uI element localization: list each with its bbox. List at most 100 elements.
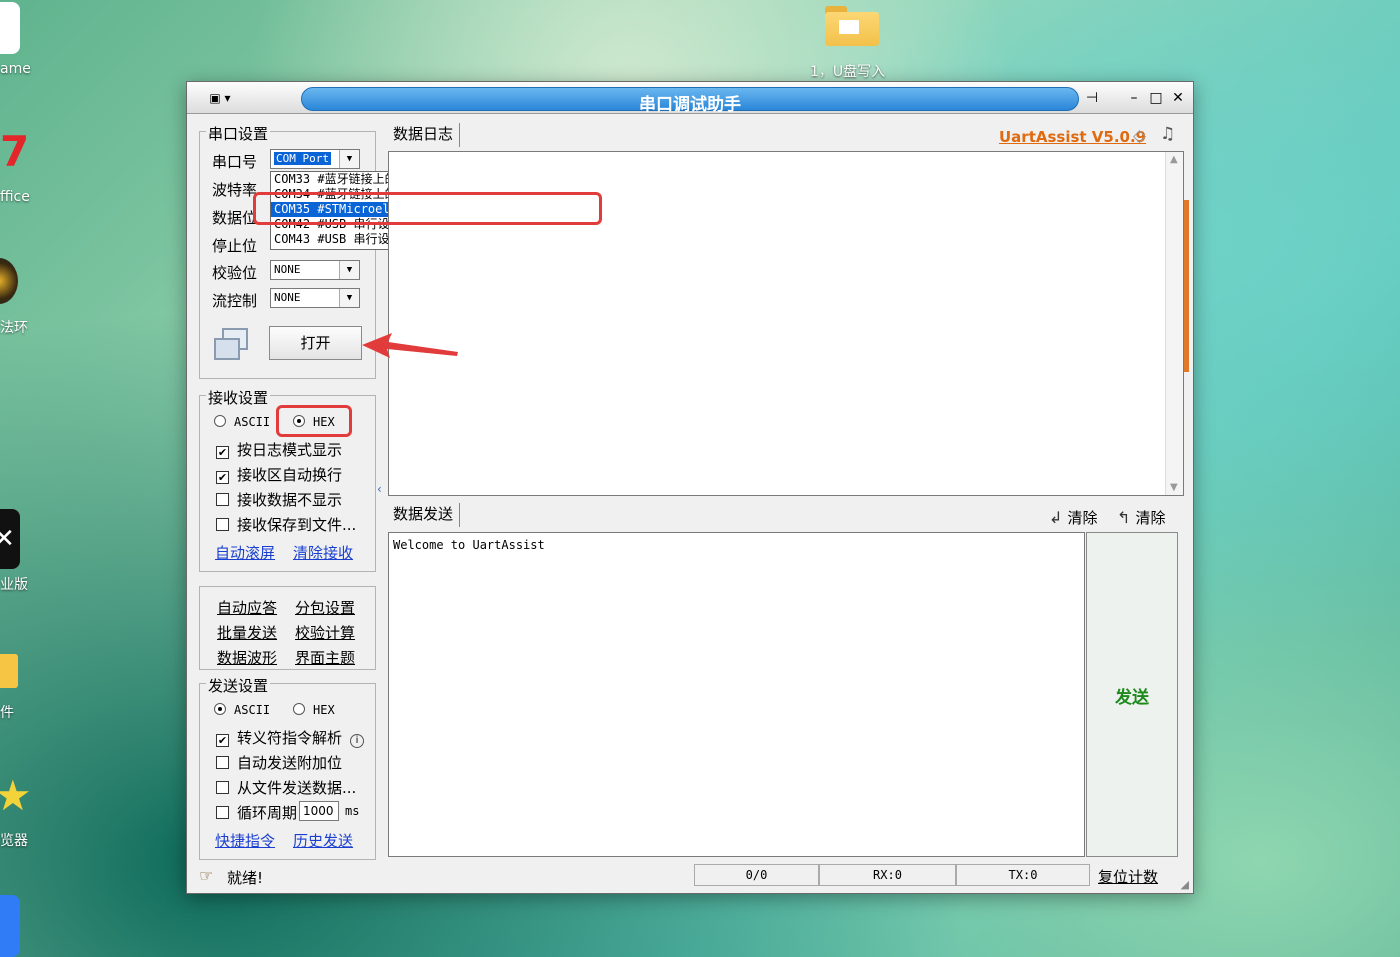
desktop-icon-label: ffice (0, 189, 30, 205)
folder-icon[interactable] (0, 654, 18, 688)
packet-settings-link[interactable]: 分包设置 (295, 597, 355, 618)
autoscroll-link[interactable]: 自动滚屏 (215, 542, 275, 563)
parity-select[interactable]: NONE ▼ (270, 260, 360, 280)
checkbox-label: 自动发送附加位 (237, 754, 343, 772)
status-ready: 就绪! (227, 869, 264, 887)
close-icon[interactable]: ✕ (1170, 90, 1186, 106)
scroll-up-icon[interactable]: ▲ (1170, 154, 1178, 165)
group-title: 接收设置 (206, 387, 271, 408)
office-app-icon[interactable]: 7 (0, 131, 29, 173)
desktop-icon-label: 业版 (0, 577, 28, 593)
append-bits-checkbox[interactable]: 自动发送附加位 (216, 752, 342, 773)
shortcuts-link[interactable]: 快捷指令 (215, 830, 275, 851)
chevron-down-icon[interactable]: ▼ (339, 261, 359, 279)
app-menu-icon[interactable]: ▣ ▾ (203, 90, 237, 106)
log-mode-checkbox[interactable]: ✔ 按日志模式显示 (216, 439, 342, 460)
reset-counter-button[interactable]: 复位计数 (1098, 866, 1158, 887)
pointing-hand-icon: ☞ (199, 866, 214, 885)
browser-star-icon[interactable]: ★ (0, 772, 32, 820)
group-title: 发送设置 (206, 675, 271, 696)
loop-unit-label: ms (345, 804, 360, 818)
checkbox-label: 转义符指令解析 (237, 729, 343, 747)
send-ascii-radio[interactable]: ASCII (214, 703, 270, 717)
receive-ascii-radio[interactable]: ASCII (214, 415, 270, 429)
chevron-down-icon[interactable]: ▼ (339, 150, 359, 168)
status-counter: 0/0 (694, 864, 819, 886)
chevron-down-icon[interactable]: ▼ (339, 289, 359, 307)
game-app-icon[interactable] (0, 258, 18, 304)
check-icon[interactable]: ✔ (216, 446, 229, 459)
diamond-icon[interactable]: ◇ (1133, 126, 1146, 146)
send-from-file-checkbox[interactable]: 从文件发送数据... (216, 777, 356, 798)
checkbox-label: 循环周期 (237, 804, 298, 822)
send-input-area[interactable]: Welcome to UartAssist (388, 532, 1085, 857)
port-label: 串口号 (212, 153, 258, 171)
clear-send-right-button[interactable]: ↰ 清除 (1117, 507, 1166, 528)
port-select[interactable]: COM Port ▼ (270, 149, 360, 169)
resize-grip-icon[interactable]: ◢ (1181, 878, 1189, 891)
receive-ascii-label: ASCII (234, 415, 271, 429)
hide-receive-checkbox[interactable]: 接收数据不显示 (216, 489, 342, 510)
tab-label: 数据日志 (393, 125, 454, 143)
highlight-hex-radio (276, 405, 352, 437)
checkbox-label: 接收保存到文件... (237, 516, 357, 534)
title-bar[interactable]: ▣ ▾ 串口调试助手 ⊣ – □ ✕ (187, 82, 1193, 115)
open-port-button[interactable]: 打开 (269, 326, 362, 360)
loop-send-checkbox[interactable]: 循环周期 (216, 802, 297, 823)
send-button[interactable]: 发送 (1086, 532, 1178, 857)
pin-icon[interactable]: ⊣ (1084, 90, 1100, 106)
tab-data-log[interactable]: 数据日志 (387, 123, 461, 147)
clear-send-left-label: 清除 (1067, 509, 1098, 527)
scroll-down-icon[interactable]: ▼ (1170, 482, 1178, 493)
send-hex-radio[interactable]: HEX (293, 703, 335, 717)
send-hex-label: HEX (313, 703, 335, 717)
folder-icon[interactable] (825, 6, 879, 46)
send-button-label: 发送 (1115, 688, 1149, 708)
log-scrollbar[interactable]: ▲ ▼ (1165, 152, 1183, 495)
clear-send-left-button[interactable]: ↲ 清除 (1049, 507, 1098, 528)
status-tx: TX:0 (956, 864, 1090, 886)
checkbox-box[interactable] (216, 781, 229, 794)
checkbox-box[interactable] (216, 756, 229, 769)
radio-button[interactable] (214, 703, 226, 715)
auto-reply-link[interactable]: 自动应答 (217, 597, 277, 618)
desktop-icon-label: ame (0, 61, 31, 77)
window-title: 串口调试助手 (639, 95, 741, 115)
databits-label: 数据位 (212, 209, 258, 227)
capcut-app-icon[interactable]: ✕ (0, 509, 20, 569)
clear-receive-link[interactable]: 清除接收 (293, 542, 353, 563)
version-link[interactable]: UartAssist V5.0.9 (999, 128, 1146, 146)
theme-link[interactable]: 界面主题 (295, 647, 355, 668)
checkbox-box[interactable] (216, 806, 229, 819)
minimize-icon[interactable]: – (1126, 90, 1142, 106)
checksum-link[interactable]: 校验计算 (295, 622, 355, 643)
waveform-link[interactable]: 数据波形 (217, 647, 277, 668)
maximize-icon[interactable]: □ (1148, 90, 1164, 106)
save-to-file-checkbox[interactable]: 接收保存到文件... (216, 514, 356, 535)
orange-resize-handle[interactable] (1184, 200, 1189, 372)
flow-select[interactable]: NONE ▼ (270, 288, 360, 308)
loop-period-input[interactable]: 1000 (299, 801, 339, 821)
radio-button[interactable] (214, 415, 226, 427)
check-icon[interactable]: ✔ (216, 734, 229, 747)
desktop-icon-label: 览器 (0, 833, 28, 849)
history-link[interactable]: 历史发送 (293, 830, 353, 851)
tab-label: 数据发送 (393, 505, 454, 523)
status-rx-value: RX:0 (873, 868, 902, 882)
desktop-icon-label: 1，U盘写入 (810, 64, 886, 80)
info-icon[interactable]: i (350, 734, 365, 748)
auto-wrap-checkbox[interactable]: ✔ 接收区自动换行 (216, 464, 342, 485)
feishu-app-icon[interactable] (0, 895, 20, 957)
checkbox-box[interactable] (216, 518, 229, 531)
collapse-sidebar-icon[interactable]: ‹ (377, 482, 382, 496)
check-icon[interactable]: ✔ (216, 471, 229, 484)
escape-parse-checkbox[interactable]: ✔ 转义符指令解析 i (216, 727, 365, 748)
radio-button[interactable] (293, 703, 305, 715)
tab-data-send[interactable]: 数据发送 (387, 503, 461, 527)
batch-send-link[interactable]: 批量发送 (217, 622, 277, 643)
checkbox-box[interactable] (216, 493, 229, 506)
desktop-app-icon[interactable] (0, 2, 20, 54)
status-counter-value: 0/0 (745, 868, 768, 882)
parity-select-value: NONE (274, 263, 301, 276)
bell-icon[interactable]: ♫ (1160, 124, 1175, 144)
